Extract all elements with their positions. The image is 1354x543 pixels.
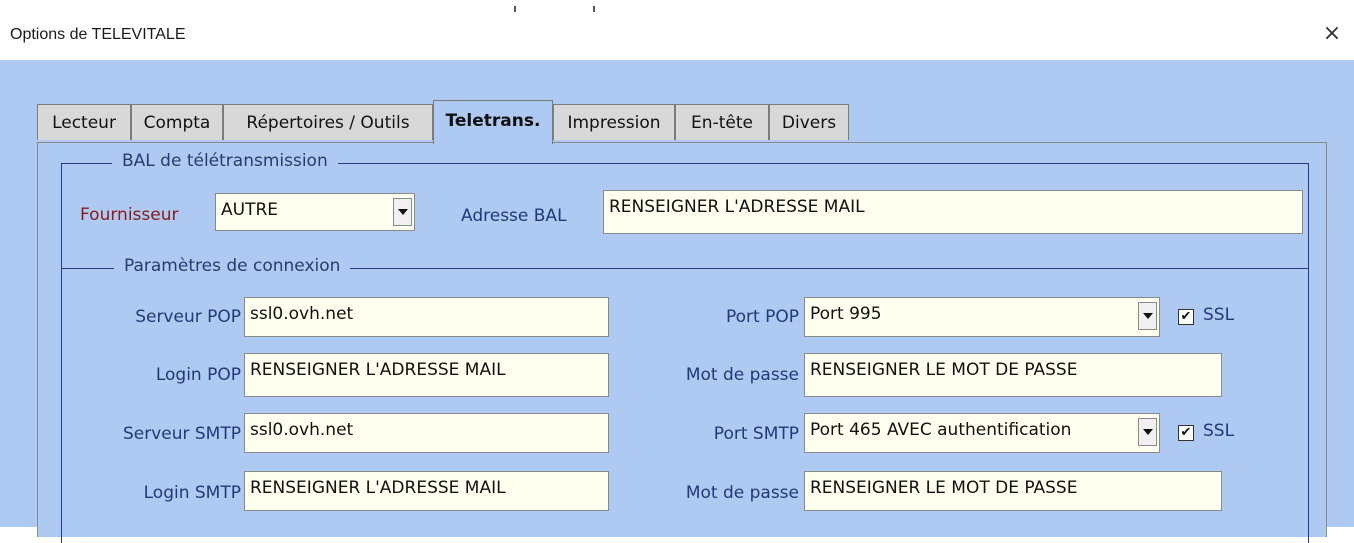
pop-ssl-label: SSL [1203,305,1235,325]
smtp-login-field[interactable]: RENSEIGNER L'ADRESSE MAIL [244,471,609,511]
smtp-server-label: Serveur SMTP [122,424,241,444]
connection-legend: Paramètres de connexion [114,256,351,276]
pop-ssl-checkbox[interactable]: ✔ [1178,309,1194,325]
tab-impression[interactable]: Impression [553,104,675,140]
pop-port-value: Port 995 [810,304,882,324]
smtp-port-dropdown-arrow-icon[interactable] [1138,418,1157,446]
pop-login-field[interactable]: RENSEIGNER L'ADRESSE MAIL [244,353,609,397]
tab-teletrans[interactable]: Teletrans. [433,100,553,144]
tab-en-tete[interactable]: En-tête [675,104,769,140]
smtp-ssl-label: SSL [1203,421,1235,441]
smtp-port-value: Port 465 AVEC authentification [810,420,1072,440]
smtp-password-field[interactable]: RENSEIGNER LE MOT DE PASSE [804,471,1222,511]
pop-port-label: Port POP [726,307,799,327]
top-edge-mark [593,6,595,12]
smtp-server-field[interactable]: ssl0.ovh.net [244,413,609,453]
tab-divers[interactable]: Divers [769,104,849,140]
title-bar: Options de TELEVITALE × [0,0,1354,60]
pop-port-select[interactable]: Port 995 [804,297,1160,337]
pop-password-label: Mot de passe [685,365,799,385]
smtp-login-label: Login SMTP [143,483,241,503]
pop-server-label: Serveur POP [135,307,241,327]
pop-server-field[interactable]: ssl0.ovh.net [244,297,609,337]
window-title: Options de TELEVITALE [10,26,186,43]
provider-dropdown-arrow-icon[interactable] [393,198,412,226]
teletrans-panel: BAL de télétransmission Fournisseur AUTR… [37,142,1327,543]
address-field[interactable]: RENSEIGNER L'ADRESSE MAIL [603,190,1303,234]
tab-repertoires-outils[interactable]: Répertoires / Outils [223,104,433,140]
top-edge-mark [514,6,516,12]
smtp-port-label: Port SMTP [713,424,799,444]
smtp-port-select[interactable]: Port 465 AVEC authentification [804,413,1160,453]
pop-password-field[interactable]: RENSEIGNER LE MOT DE PASSE [804,353,1222,397]
connection-frame: Paramètres de connexion Serveur POP ssl0… [61,256,1309,543]
provider-label: Fournisseur [80,205,179,225]
close-icon[interactable]: × [1323,21,1341,46]
close-button[interactable]: × [1318,20,1346,48]
provider-select[interactable]: AUTRE [215,193,415,231]
pop-login-label: Login POP [155,365,241,385]
provider-value: AUTRE [221,200,279,220]
tab-compta[interactable]: Compta [131,104,223,140]
bal-frame: BAL de télétransmission Fournisseur AUTR… [61,151,1309,269]
dialog-content: Lecteur Compta Répertoires / Outils Tele… [0,60,1354,543]
pop-port-dropdown-arrow-icon[interactable] [1138,302,1157,330]
smtp-password-label: Mot de passe [685,483,799,503]
address-label: Adresse BAL [461,206,567,226]
smtp-ssl-checkbox[interactable]: ✔ [1178,425,1194,441]
bal-legend: BAL de télétransmission [112,151,338,171]
tab-lecteur[interactable]: Lecteur [37,104,131,140]
